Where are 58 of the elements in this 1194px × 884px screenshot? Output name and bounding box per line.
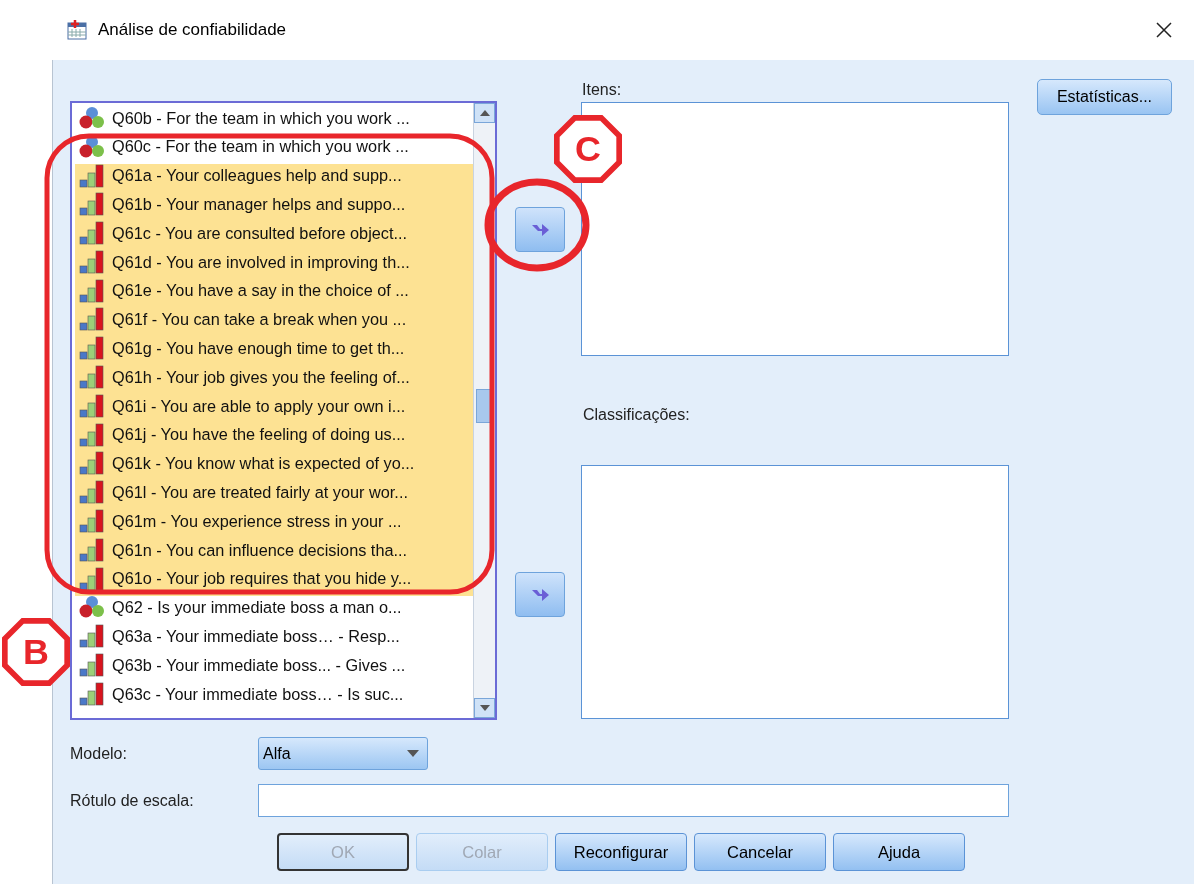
ordinal-variable-icon	[79, 336, 105, 361]
scale-label-field[interactable]	[258, 784, 1009, 817]
statistics-button[interactable]: Estatísticas...	[1037, 79, 1172, 115]
close-icon[interactable]	[1156, 22, 1172, 38]
ordinal-variable-icon	[79, 566, 105, 591]
ordinal-variable-icon	[79, 509, 105, 534]
up-arrow-icon	[479, 110, 490, 116]
variable-item[interactable]: Q61n - You can influence decisions tha...	[75, 537, 473, 567]
variable-item[interactable]: Q61e - You have a say in the choice of ...	[75, 278, 473, 308]
ordinal-variable-icon	[79, 249, 105, 274]
window-title: Análise de confiabilidade	[98, 19, 287, 42]
model-label: Modelo:	[70, 743, 128, 764]
ordinal-variable-icon	[79, 451, 105, 476]
variable-item[interactable]: Q61b - Your manager helps and suppo...	[75, 192, 473, 222]
ordinal-variable-icon	[79, 681, 105, 706]
arrow-icon	[530, 221, 550, 238]
variable-item[interactable]: Q61f - You can take a break when you ...	[75, 307, 473, 337]
ordinal-variable-icon	[79, 307, 105, 332]
variable-item[interactable]: Q61m - You experience stress in your ...	[75, 509, 473, 538]
items-label: Itens:	[581, 80, 623, 100]
app-icon	[66, 19, 88, 41]
move-to-ratings-button[interactable]	[515, 572, 565, 617]
model-dropdown[interactable]: Alfa	[258, 737, 428, 770]
dialog-button[interactable]: Reconfigurar	[555, 833, 687, 871]
ordinal-variable-icon	[79, 653, 105, 678]
ordinal-variable-icon	[79, 278, 105, 303]
nominal-variable-icon	[79, 105, 105, 130]
ordinal-variable-icon	[79, 393, 105, 418]
variable-item[interactable]: Q61d - You are involved in improving th...	[75, 250, 473, 279]
ordinal-variable-icon	[79, 480, 105, 505]
variable-list[interactable]	[70, 101, 497, 720]
ordinal-variable-icon	[79, 163, 105, 188]
annotation-badge: B	[2, 618, 70, 686]
variable-item[interactable]: Q61l - You are treated fairly at your wor...	[75, 480, 473, 510]
dropdown-arrow-icon	[407, 750, 419, 757]
ratings-label: Classificações:	[582, 405, 691, 425]
move-to-items-button[interactable]	[515, 207, 565, 252]
dialog-button[interactable]: Cancelar	[694, 833, 826, 871]
ordinal-variable-icon	[79, 624, 105, 649]
ordinal-variable-icon	[79, 192, 105, 217]
variable-item[interactable]: Q61g - You have enough time to get th...	[75, 336, 473, 366]
dialog-button[interactable]: Ajuda	[833, 833, 965, 871]
ordinal-variable-icon	[79, 221, 105, 246]
variable-item[interactable]: Q61k - You know what is expected of yo...	[75, 451, 473, 481]
arrow-icon	[530, 586, 550, 603]
variable-item[interactable]: Q61c - You are consulted before object...	[75, 221, 473, 250]
variable-item[interactable]: Q61i - You are able to apply your own i...	[75, 393, 473, 423]
scroll-down-button[interactable]	[474, 698, 495, 718]
variable-item[interactable]: Q61j - You have the feeling of doing us...	[75, 422, 473, 452]
scroll-up-button[interactable]	[474, 103, 495, 123]
scale-label: Rótulo de escala:	[70, 790, 195, 811]
ordinal-variable-icon	[79, 365, 105, 390]
down-arrow-icon	[479, 705, 490, 711]
variable-item[interactable]: Q61h - Your job gives you the feeling of...	[75, 365, 473, 394]
ordinal-variable-icon	[79, 422, 105, 447]
nominal-variable-icon	[79, 595, 105, 620]
variable-item[interactable]: Q61a - Your colleagues help and supp...	[75, 163, 473, 193]
ordinal-variable-icon	[79, 537, 105, 562]
